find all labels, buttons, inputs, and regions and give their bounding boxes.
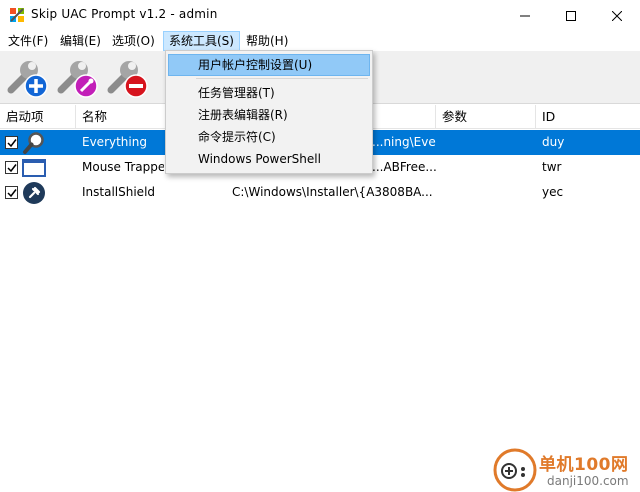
row-checkbox[interactable]	[5, 161, 18, 174]
add-entry-button[interactable]	[5, 54, 51, 100]
minimize-button[interactable]	[502, 0, 548, 31]
watermark-text: 单机100网	[539, 455, 629, 475]
maximize-button[interactable]	[548, 0, 594, 31]
magnifier-icon	[22, 131, 46, 155]
row-path: ...ning\Eve...	[372, 135, 436, 149]
row-name: Mouse Trappe	[82, 160, 164, 174]
monitor-icon	[22, 156, 46, 180]
row-id: yec	[542, 185, 564, 199]
row-id: twr	[542, 160, 562, 174]
wrench-add-icon	[7, 61, 48, 98]
row-name: InstallShield	[82, 185, 156, 199]
row-path: ...ABFree...	[372, 160, 436, 174]
pin-icon	[22, 181, 46, 205]
row-id: duy	[542, 135, 565, 149]
table-row[interactable]: InstallShield C:\Windows\Installer\{A380…	[0, 180, 640, 205]
menu-separator	[196, 78, 368, 79]
menu-registry-editor[interactable]: 注册表编辑器(R)	[168, 104, 370, 126]
row-checkbox[interactable]	[5, 186, 18, 199]
row-checkbox[interactable]	[5, 136, 18, 149]
wrench-remove-icon	[107, 61, 148, 98]
column-id[interactable]: ID	[536, 105, 640, 129]
menu-options[interactable]: 选项(O)	[106, 31, 161, 51]
wrench-edit-icon	[57, 61, 98, 98]
remove-entry-button[interactable]	[105, 54, 151, 100]
title-bar: Skip UAC Prompt v1.2 - admin	[0, 0, 640, 31]
menu-file[interactable]: 文件(F)	[2, 31, 54, 51]
system-tools-dropdown: 用户帐户控制设置(U) 任务管理器(T) 注册表编辑器(R) 命令提示符(C) …	[165, 50, 373, 174]
menu-uac-settings[interactable]: 用户帐户控制设置(U)	[168, 54, 370, 76]
watermark-url: danji100.com	[547, 474, 629, 488]
menu-task-manager[interactable]: 任务管理器(T)	[168, 82, 370, 104]
close-button[interactable]	[594, 0, 640, 31]
menu-bar: 文件(F) 编辑(E) 选项(O) 系统工具(S) 帮助(H)	[0, 31, 640, 51]
menu-command-prompt[interactable]: 命令提示符(C)	[168, 126, 370, 148]
menu-edit[interactable]: 编辑(E)	[54, 31, 107, 51]
watermark-logo-icon	[493, 448, 537, 492]
column-args[interactable]: 参数	[436, 105, 536, 129]
watermark: 单机100网 danji100.com	[493, 448, 640, 492]
column-startup[interactable]: 启动项	[0, 105, 76, 129]
app-icon	[9, 7, 25, 23]
menu-system-tools[interactable]: 系统工具(S)	[163, 31, 240, 51]
window-title: Skip UAC Prompt v1.2 - admin	[31, 7, 218, 21]
edit-entry-button[interactable]	[55, 54, 101, 100]
row-path: C:\Windows\Installer\{A3808BA...	[232, 185, 433, 199]
menu-help[interactable]: 帮助(H)	[240, 31, 294, 51]
menu-powershell[interactable]: Windows PowerShell	[168, 148, 370, 170]
